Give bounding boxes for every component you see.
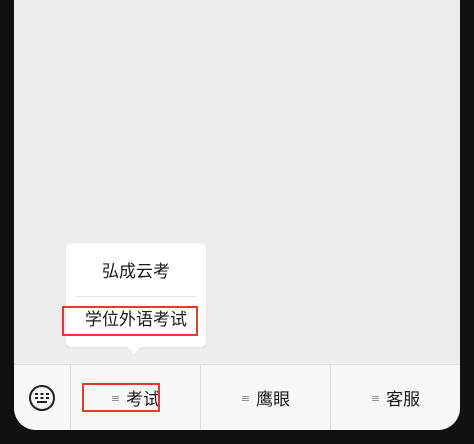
submenu-item-hongcheng-cloud-exam[interactable]: 弘成云考 bbox=[66, 259, 206, 285]
keyboard-icon bbox=[29, 384, 55, 411]
submenu-popup: 弘成云考 学位外语考试 bbox=[66, 243, 206, 347]
menu-tab-hawkeye[interactable]: ≡ 鹰眼 bbox=[201, 365, 331, 430]
menu-tab-customer-service-label: 客服 bbox=[386, 390, 421, 410]
menu-tab-exam-label: 考试 bbox=[126, 390, 161, 410]
menu-lines-icon: ≡ bbox=[240, 392, 251, 405]
menu-lines-icon: ≡ bbox=[110, 392, 121, 405]
menu-tab-customer-service[interactable]: ≡ 客服 bbox=[331, 365, 460, 430]
submenu-pointer bbox=[127, 346, 141, 354]
phone-frame: 弘成云考 学位外语考试 ≡ 考试 ≡ 鹰眼 ≡ 客服 bbox=[0, 0, 474, 444]
bottom-menu-bar: ≡ 考试 ≡ 鹰眼 ≡ 客服 bbox=[14, 364, 460, 430]
keyboard-toggle-button[interactable] bbox=[14, 365, 71, 430]
chat-screen: 弘成云考 学位外语考试 ≡ 考试 ≡ 鹰眼 ≡ 客服 bbox=[14, 0, 460, 430]
menu-tab-hawkeye-label: 鹰眼 bbox=[256, 390, 291, 410]
menu-tab-exam[interactable]: ≡ 考试 bbox=[71, 365, 201, 430]
submenu-item-degree-foreign-language-exam[interactable]: 学位外语考试 bbox=[66, 306, 206, 334]
submenu-divider bbox=[76, 296, 196, 297]
menu-lines-icon: ≡ bbox=[370, 392, 381, 405]
